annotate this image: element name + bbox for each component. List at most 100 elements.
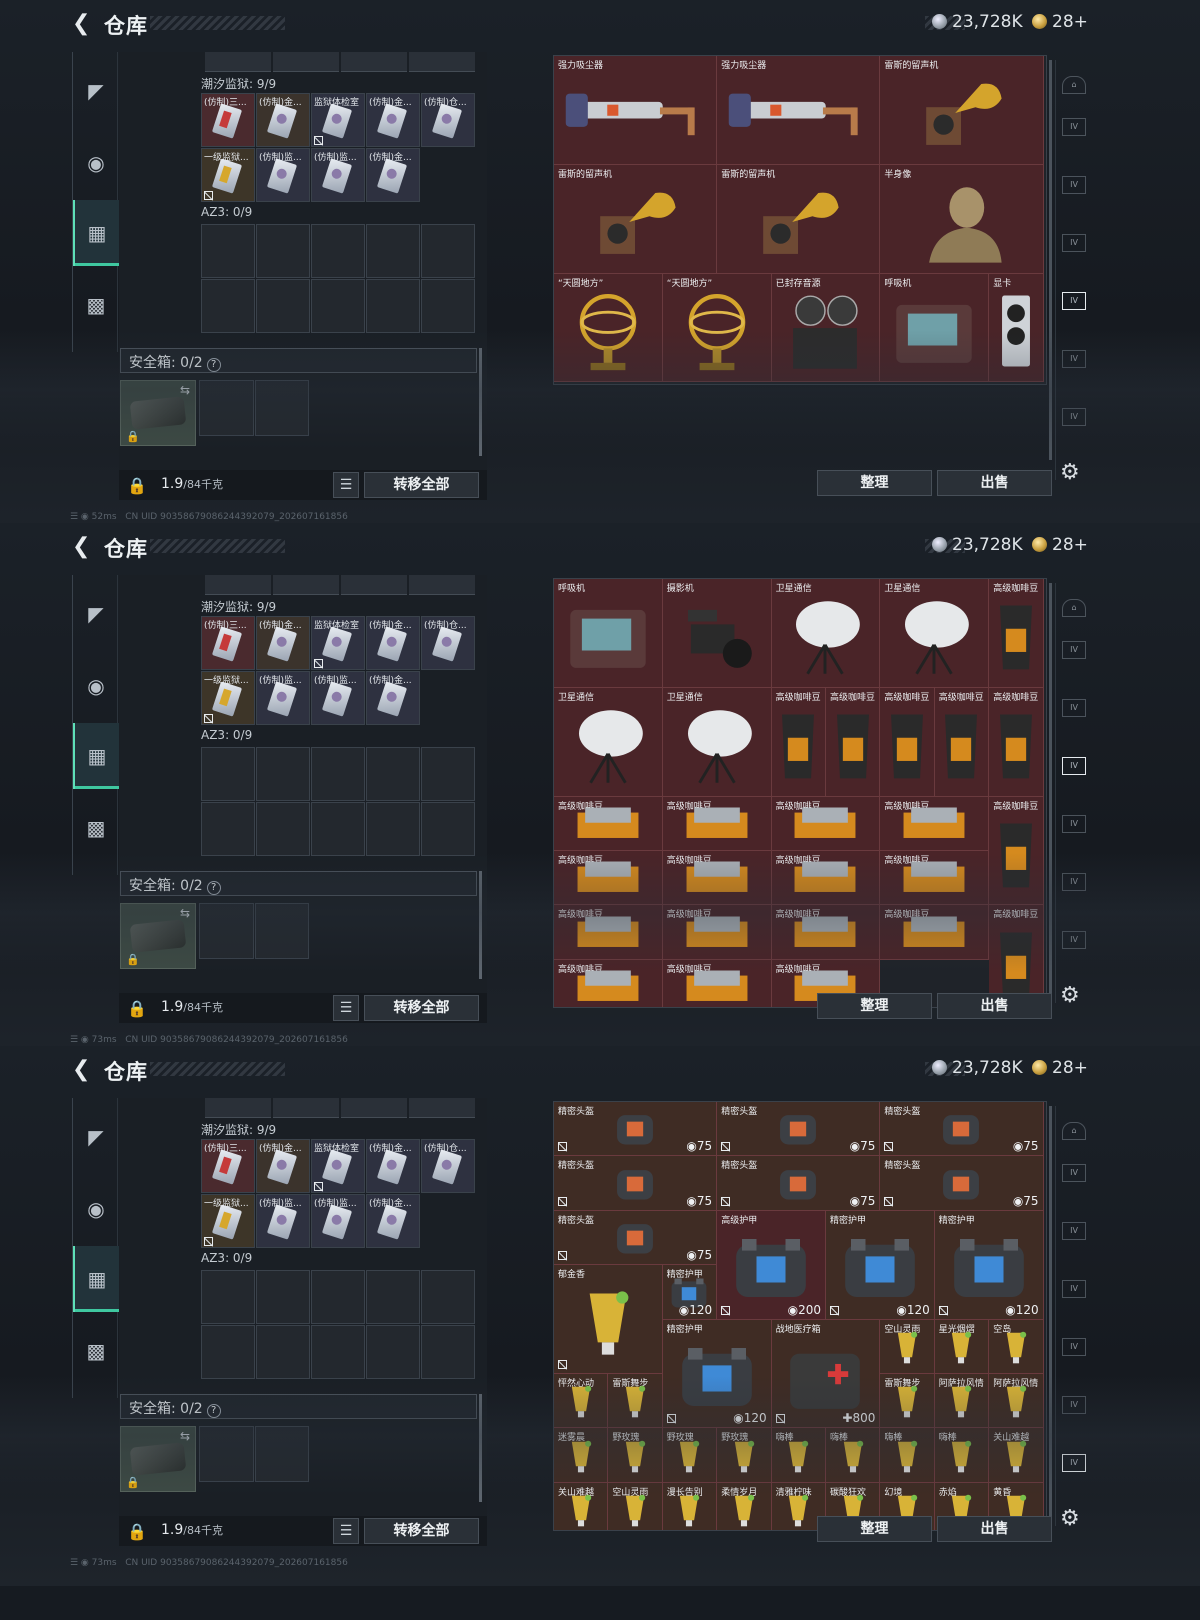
empty-slot[interactable] — [311, 279, 365, 333]
stash-item[interactable]: 高级咖啡豆 — [662, 851, 772, 906]
stash-item[interactable]: 高级咖啡豆 — [880, 796, 990, 851]
sell-button[interactable]: 出售 — [937, 470, 1052, 496]
empty-slot[interactable] — [311, 224, 365, 278]
stash-item[interactable]: 高级咖啡豆 — [989, 687, 1044, 797]
stash-item[interactable]: 漫长告别 — [662, 1482, 718, 1530]
stash-item[interactable]: 雷斯舞步 — [880, 1374, 935, 1429]
stash-item[interactable]: 高级咖啡豆 — [554, 905, 663, 960]
stash-item[interactable]: 高级咖啡豆 — [662, 796, 772, 851]
stash-item[interactable]: 精密头盔 ◉75 — [554, 1210, 718, 1266]
empty-slot[interactable] — [256, 802, 310, 856]
empty-slot[interactable] — [421, 802, 475, 856]
stash-item[interactable]: 高级咖啡豆 — [554, 959, 663, 1007]
stash-item[interactable]: 高级咖啡豆 — [662, 959, 772, 1007]
stash-item[interactable]: 高级咖啡豆 — [880, 851, 990, 906]
stash-item[interactable]: 高级咖啡豆 — [826, 687, 881, 797]
stash-item[interactable]: 野玫瑰 — [662, 1428, 718, 1483]
stash-item[interactable]: 精密护甲 ◉120 — [826, 1210, 935, 1320]
gear-tab-icon[interactable]: ◉ — [73, 653, 119, 719]
stash-item[interactable]: 呼吸机 — [554, 579, 663, 688]
empty-slot[interactable] — [256, 279, 310, 333]
stash-page-6-icon[interactable]: IV — [1062, 408, 1086, 426]
empty-slot[interactable] — [254, 903, 309, 959]
scrollbar[interactable] — [479, 871, 482, 979]
backpack-tab-icon[interactable]: ▦ — [73, 1246, 119, 1312]
help-icon[interactable]: ? — [206, 881, 221, 895]
stash-item[interactable]: 精密头盔 ◉75 — [880, 1102, 1044, 1157]
stash-item[interactable]: 高级咖啡豆 — [934, 687, 990, 797]
list-view-icon[interactable]: ☰ — [333, 1518, 359, 1544]
stash-item[interactable]: 嗨棒 — [771, 1428, 826, 1483]
weapon-tab-icon[interactable]: ◤ — [73, 1104, 119, 1170]
settings-gear-icon[interactable]: ⚙ — [1060, 1506, 1080, 1531]
stash-item[interactable]: 空山灵雨 — [608, 1482, 663, 1530]
stash-item[interactable]: 嗨棒 — [826, 1428, 881, 1483]
lock-icon[interactable]: 🔒 — [127, 999, 147, 1018]
gear-tab-icon[interactable]: ◉ — [73, 1176, 119, 1242]
stash-page-5-icon[interactable]: IV — [1062, 350, 1086, 368]
stash-item[interactable]: 关山难越 — [989, 1428, 1044, 1483]
transfer-all-button[interactable]: 转移全部 — [364, 995, 479, 1021]
scrollbar[interactable] — [479, 1394, 482, 1502]
backpack-tab-icon[interactable]: ▦ — [73, 200, 119, 266]
scrollbar[interactable] — [1049, 1106, 1052, 1526]
keycard-slot[interactable]: (仿制)金... — [366, 1139, 420, 1193]
stash-item[interactable]: 关山难越 — [554, 1482, 609, 1530]
stash-item[interactable]: 卫星通信 — [880, 579, 990, 688]
stash-item[interactable]: 雷斯的留声机 — [554, 164, 718, 274]
stash-home-icon[interactable]: ⌂ — [1062, 76, 1086, 94]
stash-item[interactable]: 精密护甲 ◉120 — [662, 1319, 772, 1429]
case-tab-icon[interactable]: ▩ — [73, 272, 119, 338]
swap-icon[interactable]: ⇆ — [180, 1429, 190, 1443]
gold-currency[interactable]: 28+ — [1032, 12, 1088, 32]
stash-item[interactable]: 雷斯舞步 — [608, 1374, 663, 1429]
empty-slot[interactable] — [421, 279, 475, 333]
sort-button[interactable]: 整理 — [817, 470, 932, 496]
empty-slot[interactable] — [366, 802, 420, 856]
safe-box-item[interactable]: ⇆ 🔒 — [120, 903, 196, 969]
stash-item[interactable]: 阿萨拉风情 — [934, 1374, 990, 1429]
stash-item[interactable]: 迷雾晨 — [554, 1428, 609, 1483]
transfer-all-button[interactable]: 转移全部 — [364, 1518, 479, 1544]
stash-item[interactable]: 高级护甲 ◉200 — [717, 1210, 826, 1320]
keycard-slot[interactable]: (仿制)仓... — [421, 616, 475, 670]
empty-slot[interactable] — [201, 1270, 255, 1324]
empty-slot[interactable] — [254, 380, 309, 436]
stash-item[interactable]: 高级咖啡豆 — [989, 579, 1044, 688]
back-arrow-icon[interactable]: ❮ — [72, 1058, 94, 1082]
stash-item[interactable]: 强力吸尘器 — [717, 56, 881, 165]
stash-page-6-icon[interactable]: IV — [1062, 931, 1086, 949]
stash-page-1-icon[interactable]: IV — [1062, 641, 1086, 659]
stash-page-3-icon[interactable]: IV — [1062, 1280, 1086, 1298]
stash-page-4-icon[interactable]: IV — [1062, 1338, 1086, 1356]
stash-home-icon[interactable]: ⌂ — [1062, 599, 1086, 617]
keycard-slot[interactable]: 一级监狱... — [201, 671, 255, 725]
stash-item[interactable]: 高级咖啡豆 — [880, 905, 990, 960]
empty-slot[interactable] — [311, 1325, 365, 1379]
empty-slot[interactable] — [201, 224, 255, 278]
gold-currency[interactable]: 28+ — [1032, 1058, 1088, 1078]
stash-home-icon[interactable]: ⌂ — [1062, 1122, 1086, 1140]
empty-slot[interactable] — [311, 802, 365, 856]
sort-button[interactable]: 整理 — [817, 993, 932, 1019]
transfer-all-button[interactable]: 转移全部 — [364, 472, 479, 498]
stash-page-3-icon[interactable]: IV — [1062, 234, 1086, 252]
keycard-slot[interactable]: (仿制)金... — [366, 671, 420, 725]
stash-page-1-icon[interactable]: IV — [1062, 118, 1086, 136]
scrollbar[interactable] — [1049, 60, 1052, 460]
keycard-slot[interactable]: 监狱体检室 — [311, 93, 365, 147]
keycard-slot[interactable]: (仿制)仓... — [421, 1139, 475, 1193]
keycard-slot[interactable]: (仿制)监... — [256, 148, 310, 202]
empty-slot[interactable] — [421, 1270, 475, 1324]
stash-item[interactable]: 摄影机 — [662, 579, 772, 688]
keycard-slot[interactable]: (仿制)金... — [366, 616, 420, 670]
stash-item[interactable]: 显卡 — [989, 273, 1044, 383]
stash-item[interactable]: 郁金香 — [554, 1265, 663, 1374]
scrollbar[interactable] — [479, 348, 482, 456]
stash-item[interactable]: 精密护甲 ◉120 — [934, 1210, 1044, 1320]
empty-slot[interactable] — [256, 1325, 310, 1379]
empty-slot[interactable] — [366, 279, 420, 333]
stash-item[interactable]: 高级咖啡豆 — [554, 851, 663, 906]
back-arrow-icon[interactable]: ❮ — [72, 12, 94, 36]
stash-page-4-icon[interactable]: IV — [1062, 815, 1086, 833]
